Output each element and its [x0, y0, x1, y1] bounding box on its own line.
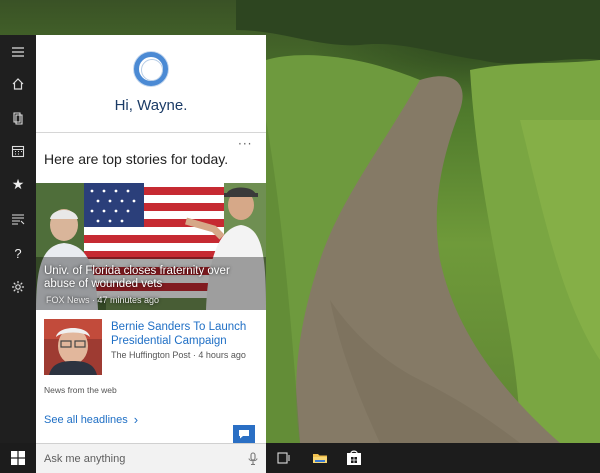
notebook-icon — [13, 112, 23, 125]
hero-news-title: Univ. of Florida closes fraternity over … — [44, 265, 230, 290]
settings-icon — [12, 281, 24, 293]
feedback-icon — [239, 430, 249, 439]
help-button[interactable]: ? — [0, 238, 36, 268]
cortana-nav-rail: ★ ? — [0, 35, 36, 443]
hero-news-source: FOX News · 47 minutes ago — [46, 295, 160, 305]
task-view-icon[interactable] — [276, 450, 292, 466]
calendar-button[interactable] — [0, 136, 36, 166]
cortana-ring-icon — [134, 52, 168, 86]
hero-news-card[interactable]: Univ. of Florida closes fraternity over … — [36, 183, 266, 310]
story-source: The Huffington Post · 4 hours ago — [111, 350, 246, 360]
news-from-web-label: News from the web — [44, 385, 117, 395]
more-options-button[interactable]: ··· — [238, 137, 252, 151]
help-icon: ? — [14, 245, 22, 261]
top-stories-heading: Here are top stories for today. — [44, 151, 229, 167]
cortana-panel: Hi, Wayne. ··· Here are top stories for … — [36, 35, 266, 443]
start-button[interactable] — [0, 443, 36, 473]
feedback-button[interactable] — [233, 425, 255, 443]
story-title-link[interactable]: Bernie Sanders To Launch Presidential Ca… — [111, 320, 261, 348]
bernie-photo-image — [44, 319, 102, 375]
see-all-headlines-link[interactable]: See all headlines › — [44, 412, 138, 427]
store-icon[interactable] — [346, 450, 362, 466]
see-all-label: See all headlines — [44, 413, 128, 426]
story-thumbnail[interactable] — [44, 319, 102, 375]
file-explorer-icon[interactable] — [312, 450, 328, 466]
taskbar-search-box[interactable] — [36, 443, 266, 473]
home-button[interactable] — [0, 69, 36, 99]
news-icon — [12, 214, 25, 225]
chevron-right-icon: › — [133, 412, 139, 427]
windows-logo-icon — [11, 451, 25, 465]
interests-button[interactable]: ★ — [0, 170, 36, 200]
settings-button[interactable] — [0, 272, 36, 302]
notebook-button[interactable] — [0, 103, 36, 133]
hamburger-button[interactable] — [0, 37, 36, 67]
cortana-header: Hi, Wayne. — [36, 35, 266, 133]
calendar-icon — [11, 145, 25, 158]
search-input[interactable] — [44, 451, 234, 467]
microphone-icon[interactable] — [246, 452, 260, 466]
cortana-greeting: Hi, Wayne. — [114, 97, 188, 114]
home-icon — [12, 78, 24, 90]
hamburger-icon — [12, 47, 24, 57]
taskbar — [0, 443, 600, 473]
news-button[interactable] — [0, 204, 36, 234]
star-icon: ★ — [11, 177, 25, 193]
